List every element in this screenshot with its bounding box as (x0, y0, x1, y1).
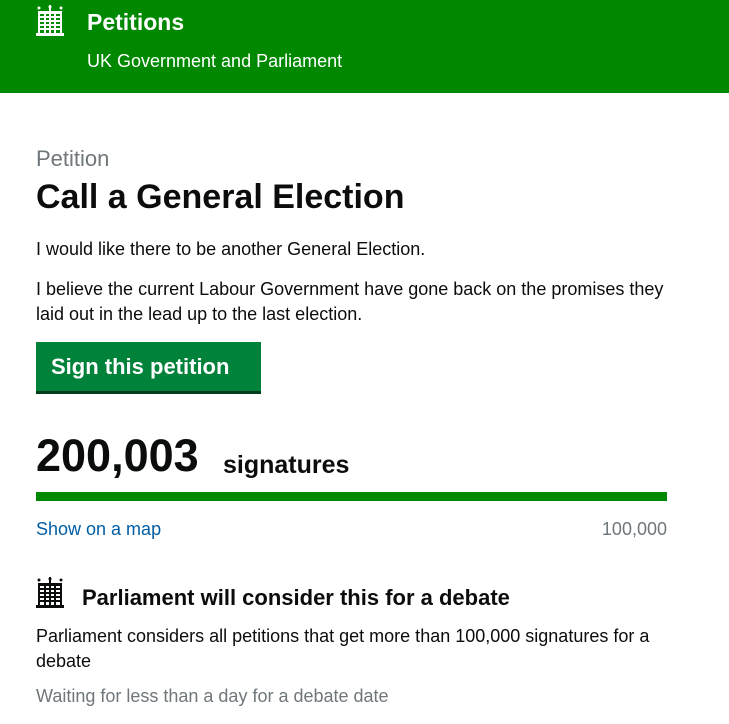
debate-status: Waiting for less than a day for a debate… (36, 686, 389, 706)
page-caption: Petition (36, 146, 110, 171)
petition-background: I believe the current Labour Government … (36, 279, 664, 324)
site-header: Petitions UK Government and Parliament (0, 0, 729, 93)
signature-count: 200,003 (36, 430, 199, 481)
portcullis-icon (36, 577, 64, 608)
signature-progress-bar (36, 492, 667, 501)
debate-heading: Parliament will consider this for a deba… (82, 585, 510, 610)
debate-description: Parliament considers all petitions that … (36, 626, 650, 671)
portcullis-icon[interactable] (36, 5, 64, 37)
signature-count-label: signatures (223, 451, 350, 479)
petition-action: I would like there to be another General… (36, 239, 426, 259)
site-subtitle: UK Government and Parliament (87, 51, 343, 71)
signature-progress-fill (36, 492, 667, 501)
sign-petition-button[interactable]: Sign this petition (36, 342, 261, 394)
signature-threshold: 100,000 (601, 519, 667, 539)
show-on-map-link[interactable]: Show on a map (36, 517, 161, 541)
page-title: Call a General Election (36, 178, 405, 216)
site-title[interactable]: Petitions (87, 8, 184, 36)
